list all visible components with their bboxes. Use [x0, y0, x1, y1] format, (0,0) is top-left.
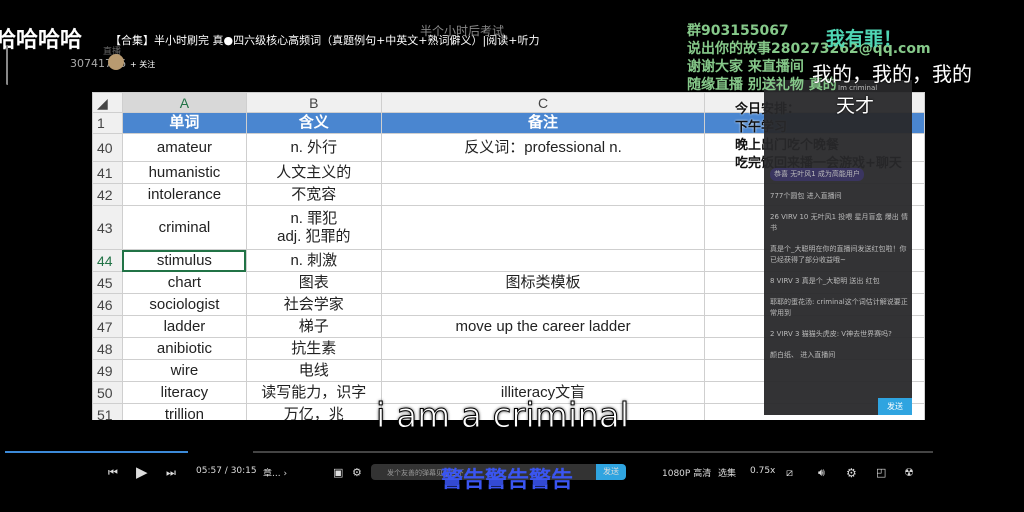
chat-send-button[interactable]: 发送: [878, 398, 912, 415]
column-header[interactable]: A: [121, 92, 247, 113]
meaning-cell[interactable]: 不宽容: [245, 183, 382, 206]
word-cell[interactable]: intolerance: [121, 183, 247, 206]
meaning-cell[interactable]: 抗生素: [245, 337, 382, 360]
word-cell[interactable]: stimulus: [121, 249, 247, 272]
meaning-cell[interactable]: 电线: [245, 359, 382, 382]
row-number[interactable]: 41: [92, 161, 123, 184]
word-cell[interactable]: amateur: [121, 133, 247, 162]
danmaku-mine: 我的，我的，我的: [812, 62, 972, 86]
speed-selector[interactable]: 0.75x: [750, 466, 775, 476]
danmaku-guilty: 我有罪！: [826, 28, 903, 50]
word-cell[interactable]: criminal: [121, 205, 247, 250]
header-cell[interactable]: 含义: [245, 112, 382, 134]
progress-indicator: [6, 45, 9, 85]
note-cell[interactable]: [380, 161, 706, 184]
chapter-label: 章...: [263, 469, 281, 479]
danmaku-warning: 警告警告警告: [441, 468, 574, 493]
danmaku-exam-note: 半个小时后考试: [420, 24, 505, 38]
live-chat-panel: Im criminal 恭喜 无叶风1 成为高能用户 777个圆包 进入直播间 26…: [764, 80, 912, 415]
time-display: 05:57 / 30:15: [196, 466, 257, 476]
chat-message: 8 VIRV 3 真是个_大聪明 送出 红包: [770, 277, 880, 285]
chat-message: 耶耶的蛋花汤: criminal这个词估计解说要正常用到: [770, 298, 908, 317]
row-number[interactable]: 47: [92, 315, 123, 338]
row-number[interactable]: 48: [92, 337, 123, 360]
chapter-button[interactable]: 章... ›: [263, 466, 287, 479]
note-cell[interactable]: [380, 337, 706, 360]
progress-played[interactable]: [5, 451, 188, 453]
chat-message: 777个圆包 进入直播间: [770, 192, 842, 200]
row-number[interactable]: 46: [92, 293, 123, 316]
note-cell[interactable]: move up the career ladder: [380, 315, 706, 338]
follow-button[interactable]: + 关注: [130, 59, 155, 70]
note-cell[interactable]: 反义词：professional n.: [380, 133, 706, 162]
quality-selector[interactable]: 1080P 高清: [662, 466, 711, 479]
danmaku-settings-icon[interactable]: ⚙: [352, 466, 362, 479]
meaning-cell[interactable]: n. 外行: [245, 133, 382, 162]
row-number[interactable]: 51: [92, 403, 123, 420]
row-number[interactable]: 42: [92, 183, 123, 206]
settings-icon[interactable]: ⚙: [846, 466, 857, 480]
word-cell[interactable]: chart: [121, 271, 247, 294]
play-icon[interactable]: ▶: [136, 463, 148, 481]
meaning-cell[interactable]: n. 罪犯 adj. 犯罪的: [245, 205, 382, 250]
row-number[interactable]: 44: [92, 249, 123, 272]
note-cell[interactable]: [380, 249, 706, 272]
note-cell[interactable]: [380, 183, 706, 206]
danmaku-toggle-icon[interactable]: ▣: [333, 466, 343, 479]
meaning-cell[interactable]: 梯子: [245, 315, 382, 338]
previous-icon[interactable]: ⏮: [108, 466, 118, 480]
meaning-cell[interactable]: 读写能力，识字: [245, 381, 382, 404]
column-header[interactable]: B: [245, 92, 382, 113]
word-cell[interactable]: literacy: [121, 381, 247, 404]
chat-message: 2 VIRV 3 猫猫头虎皮: V神去世界赛吗?: [770, 330, 892, 338]
chat-message: 恭喜 无叶风1 成为高能用户: [770, 168, 864, 181]
row-number[interactable]: 45: [92, 271, 123, 294]
widescreen-icon[interactable]: ◰: [876, 466, 886, 479]
avatar[interactable]: [108, 54, 124, 70]
fullscreen-icon[interactable]: ☢: [904, 466, 914, 479]
header-cell[interactable]: 单词: [121, 112, 247, 134]
subtitle: i am a criminal: [375, 396, 630, 437]
note-cell[interactable]: [380, 293, 706, 316]
row-number[interactable]: 40: [92, 133, 123, 162]
meaning-cell[interactable]: 图表: [245, 271, 382, 294]
chat-message: 颜白纸、 进入直播间: [770, 351, 836, 359]
word-cell[interactable]: sociologist: [121, 293, 247, 316]
row-number[interactable]: 50: [92, 381, 123, 404]
danmaku-send-button[interactable]: 发送: [596, 464, 626, 480]
note-cell[interactable]: 图标类模板: [380, 271, 706, 294]
word-cell[interactable]: ladder: [121, 315, 247, 338]
meaning-cell[interactable]: n. 刺激: [245, 249, 382, 272]
row-number[interactable]: 1: [92, 112, 123, 134]
chat-message: 26 VIRV 10 无叶风1 投喂 星月盲盒 爆出 情书: [770, 213, 908, 232]
header-cell[interactable]: 备注: [380, 112, 706, 134]
row-number[interactable]: 49: [92, 359, 123, 382]
next-icon[interactable]: ⏭: [166, 466, 176, 480]
column-header[interactable]: C: [380, 92, 706, 113]
note-cell[interactable]: [380, 359, 706, 382]
danmaku-genius: 天才: [836, 95, 875, 117]
episodes-button[interactable]: 选集: [718, 466, 736, 479]
chat-message: 真是个_大聪明在你的直播间发送红包啦！你已经获得了部分收益哦~: [770, 245, 907, 264]
word-cell[interactable]: anibiotic: [121, 337, 247, 360]
row-number[interactable]: 43: [92, 205, 123, 250]
select-all-corner[interactable]: ◢: [92, 92, 123, 113]
volume-icon[interactable]: 🔊︎: [818, 466, 825, 480]
meaning-cell[interactable]: 万亿，兆: [245, 403, 382, 420]
pip-off-icon[interactable]: ⧄: [786, 466, 793, 480]
progress-bar[interactable]: [253, 451, 933, 453]
note-cell[interactable]: [380, 205, 706, 250]
word-cell[interactable]: wire: [121, 359, 247, 382]
word-cell[interactable]: humanistic: [121, 161, 247, 184]
meaning-cell[interactable]: 社会学家: [245, 293, 382, 316]
danmaku-laugh: 哈哈哈哈: [0, 28, 83, 53]
word-cell[interactable]: trillion: [121, 403, 247, 420]
meaning-cell[interactable]: 人文主义的: [245, 161, 382, 184]
